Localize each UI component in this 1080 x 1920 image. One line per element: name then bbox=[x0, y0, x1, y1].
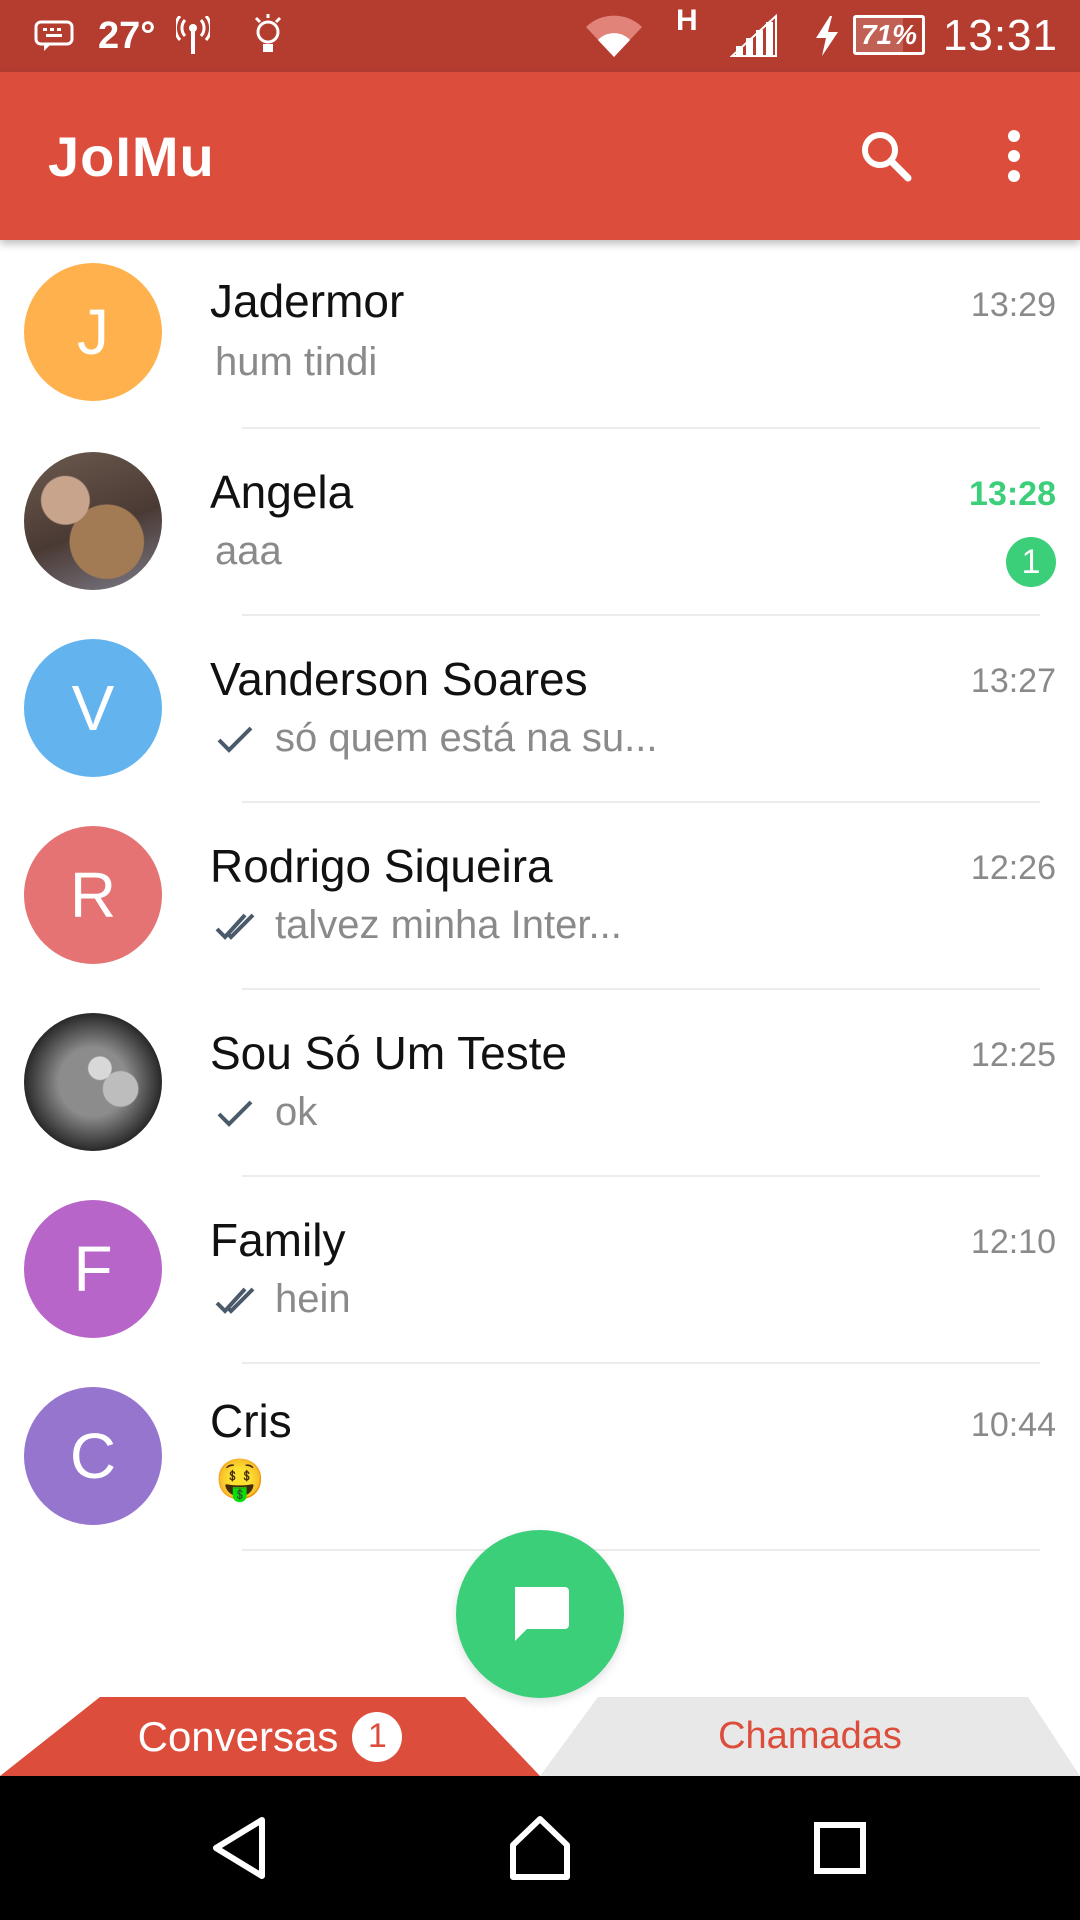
back-icon bbox=[213, 1817, 265, 1879]
sent-check-icon bbox=[217, 726, 253, 753]
temperature-label: 27° bbox=[98, 14, 156, 57]
chat-time: 13:27 bbox=[970, 662, 1056, 700]
chat-row-sou-so-um-teste[interactable]: Sou Só Um Teste 12:25 ok bbox=[0, 990, 1080, 1177]
home-icon bbox=[510, 1816, 570, 1880]
hotspot-icon bbox=[176, 0, 210, 72]
avatar-letter: R bbox=[69, 859, 117, 931]
avatar-letter: V bbox=[71, 672, 115, 744]
battery-icon: 71% bbox=[853, 15, 925, 55]
chat-row-jadermor[interactable]: J Jadermor 13:29 hum tindi bbox=[0, 240, 1080, 429]
wifi-icon bbox=[584, 0, 644, 72]
signal-icon bbox=[730, 0, 778, 72]
avatar: R bbox=[24, 826, 162, 964]
recents-icon bbox=[814, 1822, 866, 1874]
avatar-letter: F bbox=[73, 1233, 113, 1305]
avatar: J bbox=[24, 263, 162, 401]
chat-time: 12:10 bbox=[970, 1223, 1056, 1261]
chat-time: 13:29 bbox=[970, 286, 1056, 324]
search-button[interactable] bbox=[842, 112, 930, 200]
avatar-letter: C bbox=[69, 1420, 117, 1492]
new-chat-button[interactable] bbox=[456, 1530, 624, 1698]
unread-badge: 1 bbox=[1006, 537, 1056, 587]
chat-time: 12:26 bbox=[970, 849, 1056, 887]
network-type-label: H bbox=[676, 4, 698, 37]
system-navigation-bar bbox=[0, 1776, 1080, 1920]
chat-preview: hum tindi bbox=[215, 340, 377, 385]
chat-row-vanderson[interactable]: V Vanderson Soares 13:27 só quem está na… bbox=[0, 616, 1080, 803]
recents-button[interactable] bbox=[790, 1798, 890, 1898]
divider bbox=[242, 1549, 1040, 1551]
chat-preview: talvez minha Inter... bbox=[215, 903, 622, 948]
avatar-photo bbox=[24, 1013, 162, 1151]
tab-conversas[interactable]: Conversas 1 bbox=[0, 1697, 540, 1776]
bottom-tabs: Conversas 1 Chamadas bbox=[0, 1697, 1080, 1776]
chat-time: 13:28 bbox=[969, 475, 1056, 513]
preview-text: hein bbox=[275, 1277, 351, 1321]
app-title: JoIMu bbox=[48, 124, 215, 188]
chat-preview: hein bbox=[215, 1277, 351, 1322]
read-double-check-icon bbox=[215, 913, 255, 940]
avatar: C bbox=[24, 1387, 162, 1525]
back-button[interactable] bbox=[190, 1798, 290, 1898]
chat-row-angela[interactable]: Angela 13:28 aaa 1 bbox=[0, 429, 1080, 616]
tab-chamadas[interactable]: Chamadas bbox=[540, 1697, 1080, 1776]
chat-row-cris[interactable]: C Cris 10:44 🤑 bbox=[0, 1364, 1080, 1551]
preview-text: aaa bbox=[215, 529, 282, 573]
avatar-letter: J bbox=[77, 296, 109, 368]
tab-label: Conversas bbox=[137, 1712, 339, 1760]
chat-time: 10:44 bbox=[970, 1406, 1056, 1444]
preview-text: só quem está na su... bbox=[275, 716, 658, 760]
status-bar: 27° H 71% 13:31 bbox=[0, 0, 1080, 72]
chat-time: 12:25 bbox=[970, 1036, 1056, 1074]
preview-text: talvez minha Inter... bbox=[275, 903, 622, 947]
app-bar: JoIMu bbox=[0, 72, 1080, 240]
preview-text: ok bbox=[275, 1090, 318, 1134]
chat-name: Family bbox=[210, 1214, 346, 1266]
tab-label: Chamadas bbox=[718, 1715, 902, 1757]
avatar: F bbox=[24, 1200, 162, 1338]
chat-row-family[interactable]: F Family 12:10 hein bbox=[0, 1177, 1080, 1364]
avatar: V bbox=[24, 639, 162, 777]
chat-preview: 🤑 bbox=[215, 1456, 265, 1503]
chat-preview: só quem está na su... bbox=[215, 716, 657, 761]
preview-text: hum tindi bbox=[215, 340, 378, 384]
chat-bubble-icon bbox=[515, 1587, 569, 1641]
overflow-menu-button[interactable] bbox=[970, 112, 1058, 200]
chat-name: Jadermor bbox=[210, 275, 405, 327]
chat-name: Sou Só Um Teste bbox=[210, 1027, 568, 1079]
search-icon bbox=[862, 132, 912, 182]
chat-name: Cris bbox=[210, 1395, 292, 1447]
sent-check-icon bbox=[217, 1100, 253, 1127]
chat-preview: aaa bbox=[215, 529, 282, 574]
chat-name: Vanderson Soares bbox=[210, 653, 588, 705]
chat-name: Angela bbox=[210, 466, 354, 518]
chat-preview: ok bbox=[215, 1090, 317, 1135]
chat-row-rodrigo[interactable]: R Rodrigo Siqueira 12:26 talvez minha In… bbox=[0, 803, 1080, 990]
battery-percent: 71% bbox=[860, 19, 918, 50]
tab-unread-badge: 1 bbox=[352, 1711, 403, 1762]
chat-name: Rodrigo Siqueira bbox=[210, 840, 553, 892]
avatar-photo bbox=[24, 452, 162, 590]
clock: 13:31 bbox=[942, 11, 1058, 60]
keyboard-notification-icon bbox=[34, 0, 74, 72]
more-vert-icon bbox=[1008, 130, 1020, 182]
chat-list: J Jadermor 13:29 hum tindi Angela 13:28 … bbox=[0, 240, 1080, 1551]
home-button[interactable] bbox=[490, 1798, 590, 1898]
money-face-emoji: 🤑 bbox=[215, 1458, 265, 1502]
read-double-check-icon bbox=[215, 1287, 255, 1314]
lightbulb-icon bbox=[252, 0, 284, 72]
charging-icon bbox=[814, 0, 840, 72]
